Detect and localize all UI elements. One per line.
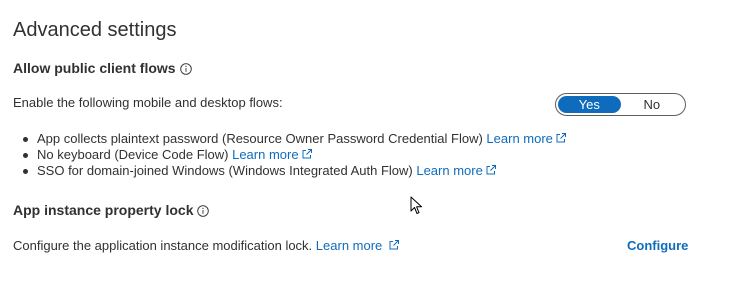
toggle-yes-option[interactable]: Yes (558, 96, 621, 113)
public-client-flows-toggle[interactable]: Yes No (555, 93, 686, 116)
advanced-settings-panel: Advanced settings Allow public client fl… (0, 0, 742, 292)
learn-more-label: Learn more (315, 238, 383, 253)
toggle-no-option[interactable]: No (621, 96, 684, 113)
public-client-flows-heading: Allow public client flows (13, 59, 192, 77)
info-icon[interactable] (179, 61, 192, 75)
instance-property-lock-description: Configure the application instance modif… (13, 237, 400, 254)
external-link-icon (555, 132, 567, 144)
learn-more-label: Learn more (416, 163, 483, 178)
list-item-text: App collects plaintext password (Resourc… (37, 131, 483, 146)
bullet-icon (23, 153, 28, 158)
info-icon[interactable] (197, 203, 210, 217)
list-item: No keyboard (Device Code Flow) Learn mor… (13, 147, 567, 163)
list-item-text: No keyboard (Device Code Flow) (37, 147, 229, 162)
learn-more-link[interactable]: Learn more (316, 238, 400, 253)
external-link-icon (301, 148, 313, 160)
instance-property-lock-heading: App instance property lock (13, 201, 210, 219)
mouse-pointer-icon (410, 196, 422, 214)
configure-button[interactable]: Configure (627, 237, 688, 254)
instance-property-lock-heading-label: App instance property lock (13, 202, 194, 218)
learn-more-label: Learn more (232, 147, 299, 162)
bullet-icon (23, 137, 28, 142)
learn-more-link[interactable]: Learn more (232, 147, 312, 162)
list-item: SSO for domain-joined Windows (Windows I… (13, 163, 567, 179)
public-client-flows-heading-label: Allow public client flows (13, 60, 176, 76)
instance-property-lock-text: Configure the application instance modif… (13, 238, 313, 253)
learn-more-label: Learn more (486, 131, 553, 146)
learn-more-link[interactable]: Learn more (486, 131, 566, 146)
bullet-icon (23, 169, 28, 174)
list-item: App collects plaintext password (Resourc… (13, 131, 567, 147)
external-link-icon (388, 238, 400, 250)
list-item-text: SSO for domain-joined Windows (Windows I… (37, 163, 413, 178)
learn-more-link[interactable]: Learn more (416, 163, 496, 178)
flows-list: App collects plaintext password (Resourc… (13, 131, 567, 179)
public-client-flows-description: Enable the following mobile and desktop … (13, 95, 283, 110)
section-title: Advanced settings (13, 19, 177, 41)
external-link-icon (485, 164, 497, 176)
